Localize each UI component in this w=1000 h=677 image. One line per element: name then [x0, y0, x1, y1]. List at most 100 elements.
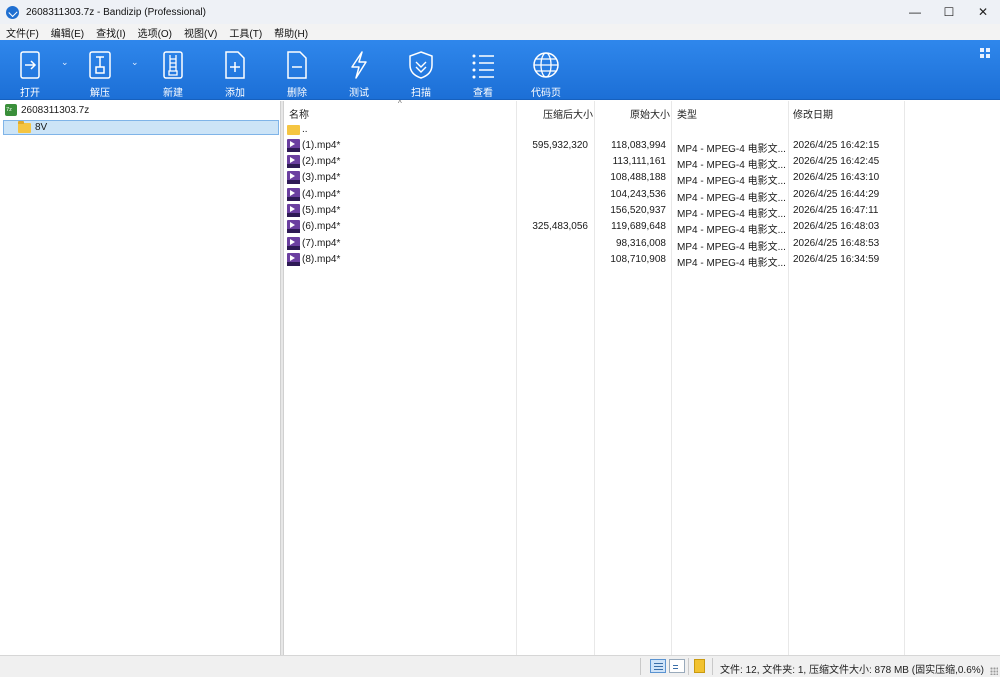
file-modified: 2026/4/25 16:48:03: [793, 221, 880, 232]
toolbar: 打开 ⌄ 解压 ⌄ 新建 添加 删除 测试 扫描 查看 代码页: [0, 40, 1000, 100]
new-archive-button[interactable]: 新建: [143, 40, 203, 100]
menu-file[interactable]: 文件(F): [0, 25, 45, 40]
file-packed: 595,932,320: [532, 140, 588, 151]
add-button[interactable]: 添加: [205, 40, 265, 100]
video-file-icon: [287, 171, 300, 184]
parent-folder-icon: [287, 125, 300, 135]
file-type: MP4 - MPEG-4 电影文...: [677, 258, 786, 269]
details-view-icon[interactable]: [650, 659, 666, 673]
file-modified: 2026/4/25 16:44:29: [793, 189, 880, 200]
file-size: 108,488,188: [610, 172, 666, 183]
open-archive-icon: [20, 51, 40, 79]
add-file-icon: [225, 51, 245, 79]
file-type: MP4 - MPEG-4 电影文...: [677, 144, 786, 155]
extract-label: 解压: [90, 88, 110, 99]
test-label: 测试: [349, 88, 369, 99]
file-size: 108,710,908: [610, 254, 666, 265]
file-name: (8).mp4*: [302, 254, 341, 265]
minimize-button[interactable]: —: [898, 0, 932, 24]
file-size: 119,689,648: [611, 221, 666, 232]
list-item-parent[interactable]: ..: [284, 122, 1000, 138]
file-type: MP4 - MPEG-4 电影文...: [677, 242, 786, 253]
preview-view-icon[interactable]: [669, 659, 685, 673]
file-type: MP4 - MPEG-4 电影文...: [677, 225, 786, 236]
video-file-icon: [287, 188, 300, 201]
file-name: (2).mp4*: [302, 156, 341, 167]
file-modified: 2026/4/25 16:48:53: [793, 238, 880, 249]
file-size: 104,243,536: [610, 189, 666, 200]
list-header: 名称 ^ 压缩后大小 原始大小 类型 修改日期: [284, 99, 1000, 123]
new-label: 新建: [163, 88, 183, 99]
column-header-modified[interactable]: 修改日期: [793, 106, 833, 121]
table-row[interactable]: (8).mp4* 108,710,908 MP4 - MPEG-4 电影文...…: [284, 252, 1000, 269]
window-controls: — ☐ ✕: [898, 0, 1000, 24]
column-header-packed[interactable]: 压缩后大小: [543, 106, 593, 121]
file-modified: 2026/4/25 16:47:11: [793, 205, 879, 216]
sort-ascending-icon: ^: [398, 99, 402, 108]
column-header-type[interactable]: 类型: [677, 106, 697, 121]
file-size: 113,111,161: [612, 156, 666, 167]
shield-icon: [409, 51, 433, 79]
extract-dropdown-icon[interactable]: ⌄: [131, 57, 139, 68]
codepage-label: 代码页: [531, 88, 561, 99]
table-row[interactable]: (7).mp4* 98,316,008 MP4 - MPEG-4 电影文... …: [284, 236, 1000, 253]
table-row[interactable]: (2).mp4* 113,111,161 MP4 - MPEG-4 电影文...…: [284, 154, 1000, 171]
menu-find[interactable]: 查找(I): [90, 25, 131, 40]
video-file-icon: [287, 139, 300, 152]
video-file-icon: [287, 237, 300, 250]
test-button[interactable]: 测试: [329, 40, 389, 100]
table-row[interactable]: (6).mp4* 325,483,056 119,689,648 MP4 - M…: [284, 219, 1000, 236]
column-header-name[interactable]: 名称: [289, 106, 309, 121]
layout-menu-icon[interactable]: [980, 48, 990, 58]
table-row[interactable]: (3).mp4* 108,488,188 MP4 - MPEG-4 电影文...…: [284, 170, 1000, 187]
tree-item-folder[interactable]: 8V: [3, 120, 279, 135]
menu-view[interactable]: 视图(V): [178, 25, 223, 40]
resize-grip-icon[interactable]: [990, 667, 998, 675]
open-dropdown-icon[interactable]: ⌄: [61, 57, 69, 68]
file-name: (6).mp4*: [302, 221, 341, 232]
file-name: (7).mp4*: [302, 238, 341, 249]
file-modified: 2026/4/25 16:34:59: [793, 254, 880, 265]
table-row[interactable]: (5).mp4* 156,520,937 MP4 - MPEG-4 电影文...…: [284, 203, 1000, 220]
file-size: 156,520,937: [610, 205, 666, 216]
file-name: (3).mp4*: [302, 172, 341, 183]
video-file-icon: [287, 220, 300, 233]
status-divider: [640, 658, 641, 675]
menu-tools[interactable]: 工具(T): [223, 25, 268, 40]
new-archive-icon: [163, 51, 183, 79]
menu-edit[interactable]: 编辑(E): [45, 25, 90, 40]
bandizip-logo-icon: [6, 5, 19, 19]
open-button[interactable]: 打开: [0, 40, 60, 100]
folder-tree: 2608311303.7z 8V: [0, 101, 280, 655]
maximize-button[interactable]: ☐: [932, 0, 966, 24]
view-label: 查看: [473, 88, 493, 99]
add-label: 添加: [225, 88, 245, 99]
column-header-size[interactable]: 原始大小: [630, 106, 670, 121]
file-name: (4).mp4*: [302, 189, 341, 200]
lightning-icon: [351, 51, 367, 79]
view-button[interactable]: 查看: [453, 40, 513, 100]
video-file-icon: [287, 155, 300, 168]
table-row[interactable]: (1).mp4* 595,932,320 118,083,994 MP4 - M…: [284, 138, 1000, 155]
video-file-icon: [287, 253, 300, 266]
close-button[interactable]: ✕: [966, 0, 1000, 24]
delete-button[interactable]: 删除: [267, 40, 327, 100]
status-divider: [688, 658, 689, 675]
codepage-button[interactable]: 代码页: [516, 40, 576, 100]
title-bar: 2608311303.7z - Bandizip (Professional) …: [0, 0, 1000, 24]
menu-help[interactable]: 帮助(H): [268, 25, 314, 40]
globe-icon: [533, 52, 559, 78]
tree-item-label: 8V: [35, 122, 48, 133]
menu-options[interactable]: 选项(O): [132, 25, 178, 40]
scan-button[interactable]: 扫描: [391, 40, 451, 100]
table-row[interactable]: (4).mp4* 104,243,536 MP4 - MPEG-4 电影文...…: [284, 187, 1000, 204]
file-type: MP4 - MPEG-4 电影文...: [677, 193, 786, 204]
file-modified: 2026/4/25 16:43:10: [793, 172, 880, 183]
extract-button[interactable]: 解压: [70, 40, 130, 100]
file-name: (5).mp4*: [302, 205, 341, 216]
tree-root-archive[interactable]: 2608311303.7z: [5, 104, 89, 116]
archive-7z-icon: [5, 104, 17, 116]
file-type: MP4 - MPEG-4 电影文...: [677, 209, 786, 220]
file-size: 118,083,994: [611, 140, 666, 151]
notepad-icon[interactable]: [694, 659, 705, 673]
